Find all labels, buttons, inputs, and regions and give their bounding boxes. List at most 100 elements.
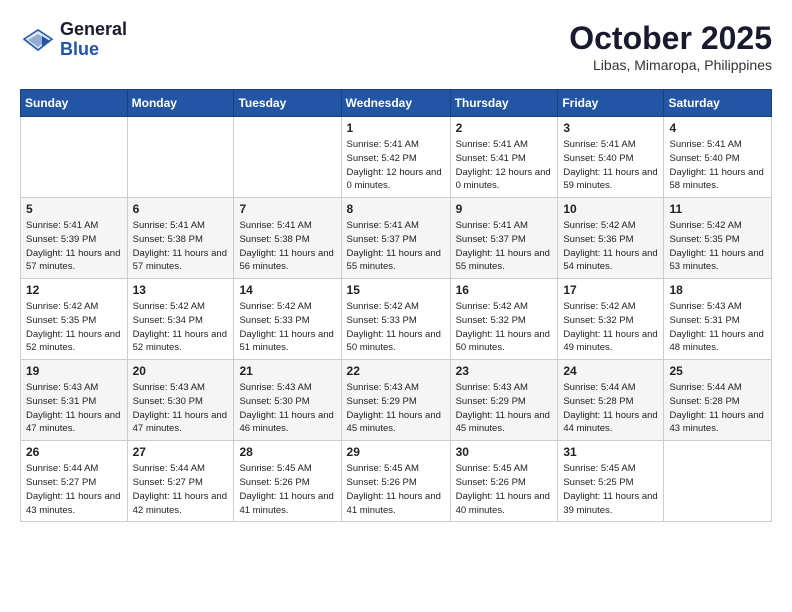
day-info: Sunrise: 5:42 AMSunset: 5:35 PMDaylight:… xyxy=(26,300,122,355)
day-info: Sunrise: 5:42 AMSunset: 5:36 PMDaylight:… xyxy=(563,219,658,274)
day-info: Sunrise: 5:41 AMSunset: 5:42 PMDaylight:… xyxy=(347,138,445,193)
day-number: 3 xyxy=(563,121,658,135)
day-info: Sunrise: 5:41 AMSunset: 5:40 PMDaylight:… xyxy=(669,138,766,193)
day-number: 7 xyxy=(239,202,335,216)
calendar-cell: 7 Sunrise: 5:41 AMSunset: 5:38 PMDaylight… xyxy=(234,198,341,279)
logo-text-line2: Blue xyxy=(60,40,127,60)
day-info: Sunrise: 5:42 AMSunset: 5:35 PMDaylight:… xyxy=(669,219,766,274)
day-info: Sunrise: 5:41 AMSunset: 5:37 PMDaylight:… xyxy=(347,219,445,274)
calendar-cell: 29 Sunrise: 5:45 AMSunset: 5:26 PMDayligh… xyxy=(341,441,450,522)
day-info: Sunrise: 5:41 AMSunset: 5:39 PMDaylight:… xyxy=(26,219,122,274)
day-number: 18 xyxy=(669,283,766,297)
weekday-header-wednesday: Wednesday xyxy=(341,90,450,117)
day-number: 23 xyxy=(456,364,553,378)
weekday-header-thursday: Thursday xyxy=(450,90,558,117)
logo-text-line1: General xyxy=(60,20,127,40)
calendar-cell: 1 Sunrise: 5:41 AMSunset: 5:42 PMDaylight… xyxy=(341,117,450,198)
calendar-cell: 19 Sunrise: 5:43 AMSunset: 5:31 PMDayligh… xyxy=(21,360,128,441)
calendar-cell: 27 Sunrise: 5:44 AMSunset: 5:27 PMDayligh… xyxy=(127,441,234,522)
day-number: 19 xyxy=(26,364,122,378)
day-info: Sunrise: 5:41 AMSunset: 5:38 PMDaylight:… xyxy=(239,219,335,274)
calendar-cell: 6Sunrise: 5:41 AMSunset: 5:38 PMDaylight… xyxy=(127,198,234,279)
calendar-week-1: 1 Sunrise: 5:41 AMSunset: 5:42 PMDaylight… xyxy=(21,117,772,198)
day-info: Sunrise: 5:42 AMSunset: 5:34 PMDaylight:… xyxy=(133,300,229,355)
day-info: Sunrise: 5:43 AMSunset: 5:29 PMDaylight:… xyxy=(456,381,553,436)
calendar-cell: 21 Sunrise: 5:43 AMSunset: 5:30 PMDayligh… xyxy=(234,360,341,441)
day-info: Sunrise: 5:43 AMSunset: 5:31 PMDaylight:… xyxy=(669,300,766,355)
day-info: Sunrise: 5:42 AMSunset: 5:32 PMDaylight:… xyxy=(456,300,553,355)
day-number: 16 xyxy=(456,283,553,297)
day-info: Sunrise: 5:41 AMSunset: 5:37 PMDaylight:… xyxy=(456,219,553,274)
calendar-cell: 30 Sunrise: 5:45 AMSunset: 5:26 PMDayligh… xyxy=(450,441,558,522)
day-info: Sunrise: 5:45 AMSunset: 5:26 PMDaylight:… xyxy=(456,462,553,517)
day-number: 28 xyxy=(239,445,335,459)
calendar-cell: 18 Sunrise: 5:43 AMSunset: 5:31 PMDayligh… xyxy=(664,279,772,360)
day-info: Sunrise: 5:44 AMSunset: 5:28 PMDaylight:… xyxy=(669,381,766,436)
location: Libas, Mimaropa, Philippines xyxy=(569,57,772,73)
weekday-header-saturday: Saturday xyxy=(664,90,772,117)
day-info: Sunrise: 5:43 AMSunset: 5:31 PMDaylight:… xyxy=(26,381,122,436)
calendar-cell: 4 Sunrise: 5:41 AMSunset: 5:40 PMDaylight… xyxy=(664,117,772,198)
day-number: 31 xyxy=(563,445,658,459)
day-number: 27 xyxy=(133,445,229,459)
calendar-cell: 26 Sunrise: 5:44 AMSunset: 5:27 PMDayligh… xyxy=(21,441,128,522)
calendar-cell: 22Sunrise: 5:43 AMSunset: 5:29 PMDayligh… xyxy=(341,360,450,441)
day-info: Sunrise: 5:44 AMSunset: 5:28 PMDaylight:… xyxy=(563,381,658,436)
day-info: Sunrise: 5:41 AMSunset: 5:38 PMDaylight:… xyxy=(133,219,229,274)
calendar-cell xyxy=(21,117,128,198)
day-number: 29 xyxy=(347,445,445,459)
day-number: 5 xyxy=(26,202,122,216)
day-info: Sunrise: 5:44 AMSunset: 5:27 PMDaylight:… xyxy=(26,462,122,517)
calendar-cell: 20Sunrise: 5:43 AMSunset: 5:30 PMDayligh… xyxy=(127,360,234,441)
calendar-table: SundayMondayTuesdayWednesdayThursdayFrid… xyxy=(20,89,772,522)
logo: General Blue xyxy=(20,20,127,60)
day-number: 4 xyxy=(669,121,766,135)
calendar-cell: 31Sunrise: 5:45 AMSunset: 5:25 PMDayligh… xyxy=(558,441,664,522)
day-info: Sunrise: 5:45 AMSunset: 5:26 PMDaylight:… xyxy=(239,462,335,517)
day-info: Sunrise: 5:42 AMSunset: 5:33 PMDaylight:… xyxy=(239,300,335,355)
day-number: 11 xyxy=(669,202,766,216)
day-number: 13 xyxy=(133,283,229,297)
calendar-cell: 25Sunrise: 5:44 AMSunset: 5:28 PMDayligh… xyxy=(664,360,772,441)
calendar-cell: 12 Sunrise: 5:42 AMSunset: 5:35 PMDayligh… xyxy=(21,279,128,360)
day-number: 21 xyxy=(239,364,335,378)
day-number: 17 xyxy=(563,283,658,297)
calendar-cell xyxy=(664,441,772,522)
day-number: 26 xyxy=(26,445,122,459)
weekday-header-row: SundayMondayTuesdayWednesdayThursdayFrid… xyxy=(21,90,772,117)
weekday-header-friday: Friday xyxy=(558,90,664,117)
calendar-cell xyxy=(234,117,341,198)
day-number: 9 xyxy=(456,202,553,216)
day-number: 30 xyxy=(456,445,553,459)
weekday-header-monday: Monday xyxy=(127,90,234,117)
day-info: Sunrise: 5:43 AMSunset: 5:29 PMDaylight:… xyxy=(347,381,445,436)
day-number: 2 xyxy=(456,121,553,135)
calendar-cell: 16 Sunrise: 5:42 AMSunset: 5:32 PMDayligh… xyxy=(450,279,558,360)
day-info: Sunrise: 5:41 AMSunset: 5:41 PMDaylight:… xyxy=(456,138,553,193)
calendar-cell: 23 Sunrise: 5:43 AMSunset: 5:29 PMDayligh… xyxy=(450,360,558,441)
calendar-cell: 5 Sunrise: 5:41 AMSunset: 5:39 PMDaylight… xyxy=(21,198,128,279)
calendar-cell: 9 Sunrise: 5:41 AMSunset: 5:37 PMDaylight… xyxy=(450,198,558,279)
weekday-header-tuesday: Tuesday xyxy=(234,90,341,117)
day-info: Sunrise: 5:43 AMSunset: 5:30 PMDaylight:… xyxy=(239,381,335,436)
day-number: 15 xyxy=(347,283,445,297)
day-number: 12 xyxy=(26,283,122,297)
day-number: 24 xyxy=(563,364,658,378)
title-block: October 2025 Libas, Mimaropa, Philippine… xyxy=(569,20,772,73)
day-info: Sunrise: 5:45 AMSunset: 5:26 PMDaylight:… xyxy=(347,462,445,517)
day-number: 1 xyxy=(347,121,445,135)
day-info: Sunrise: 5:44 AMSunset: 5:27 PMDaylight:… xyxy=(133,462,229,517)
day-info: Sunrise: 5:41 AMSunset: 5:40 PMDaylight:… xyxy=(563,138,658,193)
day-info: Sunrise: 5:42 AMSunset: 5:32 PMDaylight:… xyxy=(563,300,658,355)
calendar-cell: 14Sunrise: 5:42 AMSunset: 5:33 PMDayligh… xyxy=(234,279,341,360)
page-header: General Blue October 2025 Libas, Mimarop… xyxy=(20,20,772,73)
calendar-cell: 11 Sunrise: 5:42 AMSunset: 5:35 PMDayligh… xyxy=(664,198,772,279)
calendar-cell: 8Sunrise: 5:41 AMSunset: 5:37 PMDaylight… xyxy=(341,198,450,279)
calendar-cell: 15Sunrise: 5:42 AMSunset: 5:33 PMDayligh… xyxy=(341,279,450,360)
calendar-cell: 2 Sunrise: 5:41 AMSunset: 5:41 PMDaylight… xyxy=(450,117,558,198)
day-number: 20 xyxy=(133,364,229,378)
month-title: October 2025 xyxy=(569,20,772,57)
logo-icon xyxy=(20,26,56,54)
calendar-cell: 24 Sunrise: 5:44 AMSunset: 5:28 PMDayligh… xyxy=(558,360,664,441)
calendar-cell: 28 Sunrise: 5:45 AMSunset: 5:26 PMDayligh… xyxy=(234,441,341,522)
